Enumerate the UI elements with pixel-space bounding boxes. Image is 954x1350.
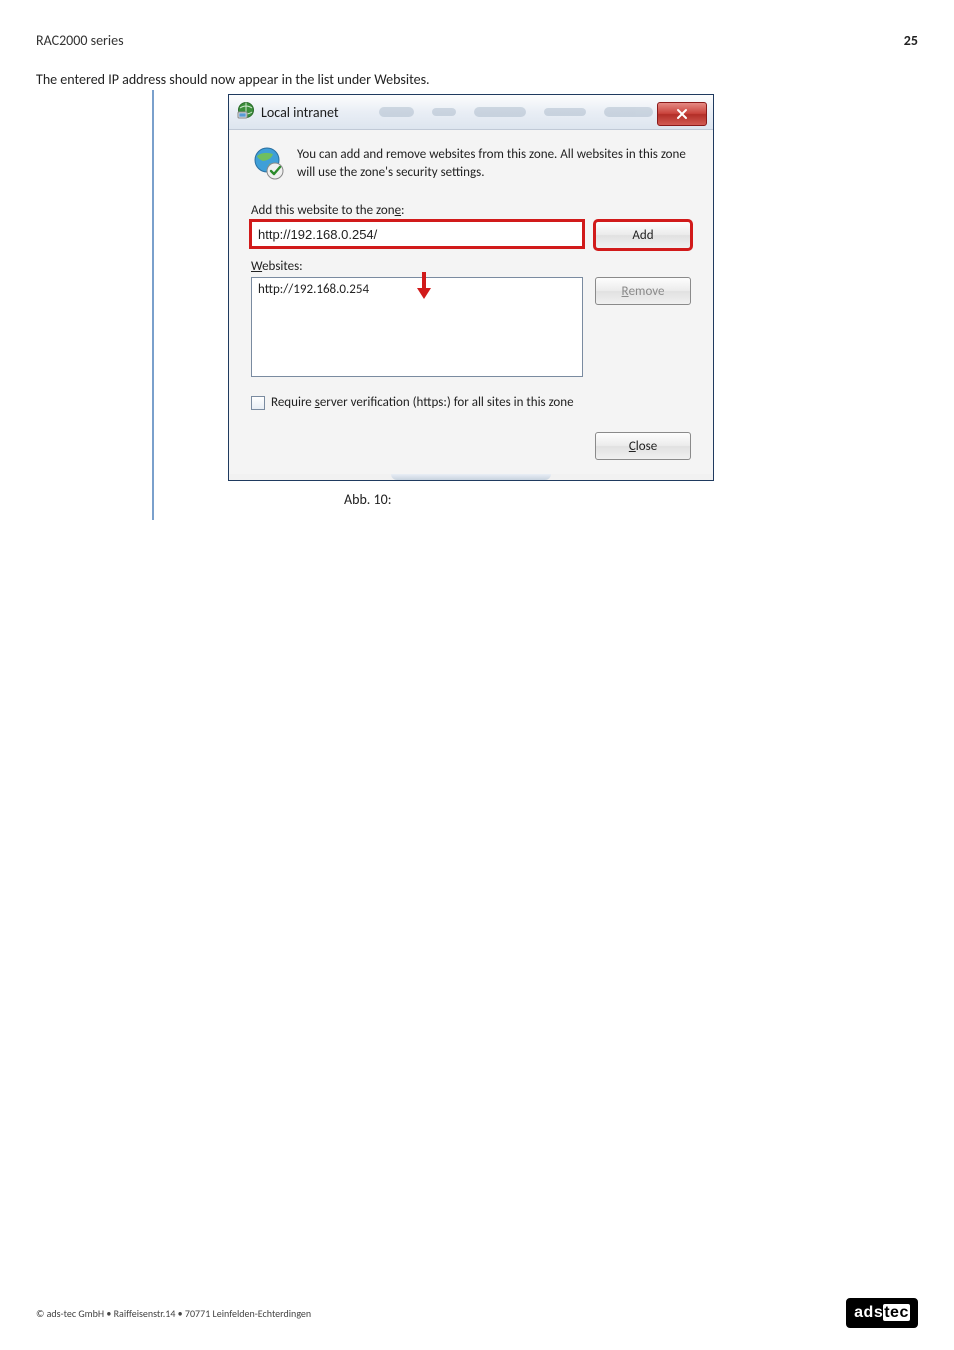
zone-icon: [237, 101, 255, 124]
dialog-title: Local intranet: [261, 104, 339, 121]
intro-paragraph: The entered IP address should now appear…: [36, 71, 918, 88]
page-number: 25: [904, 32, 918, 49]
dialog-description: You can add and remove websites from thi…: [297, 146, 691, 181]
figure-area: Local intranet: [152, 94, 918, 508]
remove-button[interactable]: Remove: [595, 277, 691, 305]
close-button[interactable]: Close: [595, 432, 691, 460]
page-header: RAC2000 series 25: [36, 32, 918, 49]
close-icon: [676, 108, 688, 120]
websites-listbox[interactable]: http://192.168.0.254: [251, 277, 583, 377]
title-bar[interactable]: Local intranet: [229, 95, 713, 130]
product-name: RAC2000 series: [36, 32, 124, 49]
close-window-button[interactable]: [657, 102, 707, 126]
copyright-text: © ads-tec GmbH • Raiffeisenstr.14 • 7077…: [36, 1307, 311, 1320]
add-website-label: Add this website to the zone:: [251, 203, 691, 218]
resize-grip: [391, 474, 551, 480]
titlebar-smudge: [379, 101, 653, 123]
globe-checkmark-icon: [251, 146, 285, 180]
dialog-window: Local intranet: [228, 94, 714, 481]
add-button[interactable]: Add: [595, 221, 691, 249]
add-website-input[interactable]: [251, 221, 583, 247]
list-item[interactable]: http://192.168.0.254: [258, 282, 576, 297]
page-footer: © ads-tec GmbH • Raiffeisenstr.14 • 7077…: [36, 1298, 918, 1328]
websites-label: Websites:: [251, 259, 691, 274]
adstec-logo: adstec: [846, 1298, 918, 1328]
figure-caption: Abb. 10:: [344, 491, 918, 508]
require-https-checkbox[interactable]: [251, 396, 265, 410]
figure-left-border: [152, 90, 154, 520]
require-https-label: Require server verification (https:) for…: [271, 395, 574, 410]
